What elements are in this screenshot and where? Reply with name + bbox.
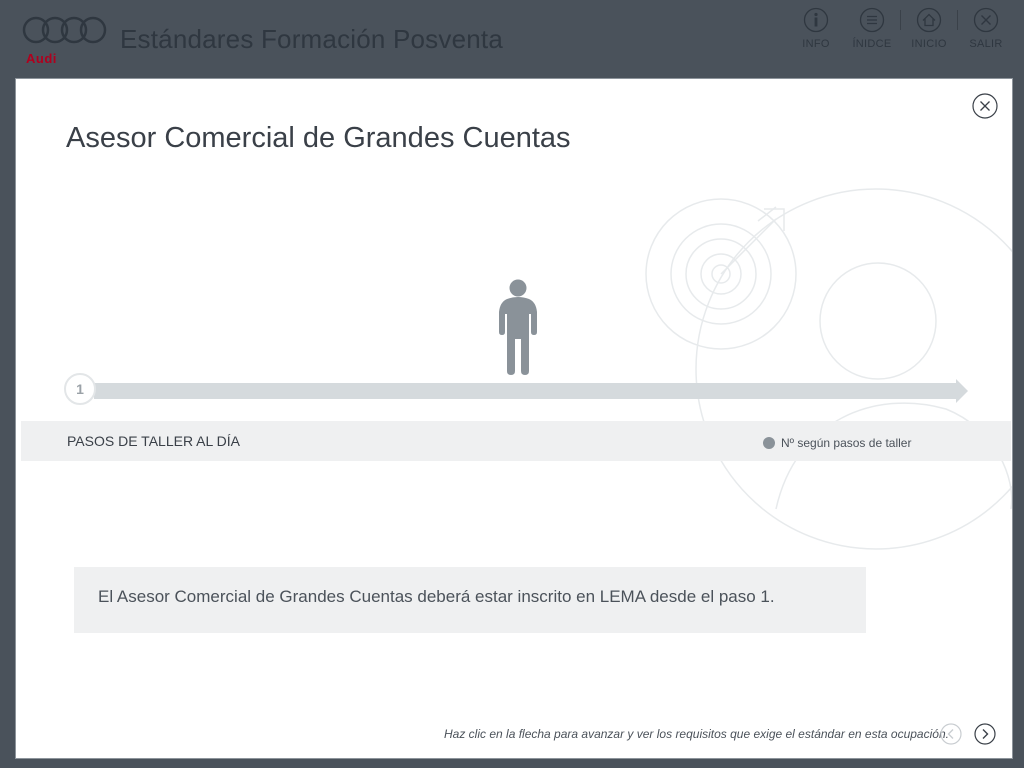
list-icon	[859, 7, 885, 33]
exit-label: SALIR	[969, 38, 1003, 50]
info-box: El Asesor Comercial de Grandes Cuentas d…	[74, 567, 866, 633]
exit-button[interactable]: SALIR	[958, 6, 1014, 56]
info-button[interactable]: INFO	[788, 6, 844, 56]
legend: Nº según pasos de taller	[763, 436, 911, 450]
audi-logo: Audi	[22, 14, 108, 66]
info-icon	[803, 7, 829, 33]
steps-band: PASOS DE TALLER AL DÍA Nº según pasos de…	[21, 421, 1011, 461]
legend-dot-icon	[763, 437, 775, 449]
footer-hint: Haz clic en la flecha para avanzar y ver…	[444, 727, 949, 741]
prev-arrow-icon[interactable]	[940, 723, 962, 745]
home-button[interactable]: INICIO	[901, 6, 957, 56]
audi-rings-icon	[22, 16, 107, 44]
brand-name: Audi	[26, 51, 57, 66]
app-title: Estándares Formación Posventa	[120, 24, 503, 54]
modal-dialog: Asesor Comercial de Grandes Cuentas 1 PA…	[15, 78, 1013, 759]
home-label: INICIO	[911, 38, 947, 50]
next-arrow-icon[interactable]	[974, 723, 996, 745]
target-watermark-icon	[645, 188, 1012, 550]
modal-title: Asesor Comercial de Grandes Cuentas	[66, 122, 571, 154]
close-icon	[973, 7, 999, 33]
app-header: Audi Estándares Formación Posventa INFO …	[0, 0, 1024, 78]
index-label: ÍNIDCE	[852, 38, 892, 50]
step-marker: 1	[64, 373, 96, 405]
timeline: 1	[64, 371, 974, 411]
modal-close-icon[interactable]	[972, 93, 998, 119]
timeline-track	[94, 383, 956, 399]
steps-band-label: PASOS DE TALLER AL DÍA	[67, 433, 240, 449]
info-label: INFO	[802, 38, 830, 50]
info-text: El Asesor Comercial de Grandes Cuentas d…	[98, 587, 775, 606]
timeline-arrow-icon[interactable]	[956, 379, 968, 403]
top-nav: INFO ÍNIDCE INICIO SALIR	[788, 6, 1014, 56]
index-button[interactable]: ÍNIDCE	[844, 6, 900, 56]
home-icon	[916, 7, 942, 33]
person-icon	[499, 279, 537, 375]
legend-label: Nº según pasos de taller	[781, 436, 912, 450]
